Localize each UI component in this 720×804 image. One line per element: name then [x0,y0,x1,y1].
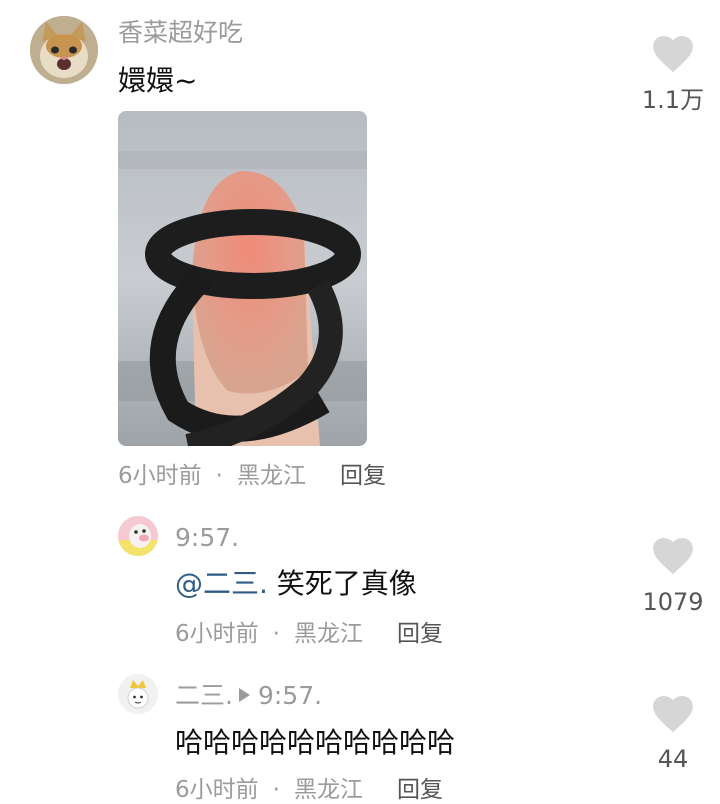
heart-icon [653,696,693,733]
comment-meta: 6小时前 · 黑龙江 回复 [118,462,386,490]
reply-location: 黑龙江 [293,777,363,803]
comment-location: 黑龙江 [236,463,306,489]
heart-icon [653,36,693,73]
reply-meta: 6小时前 · 黑龙江 回复 [175,776,443,804]
reply-to-username[interactable]: 9:57. [258,681,322,710]
mention-link[interactable]: @二三. [175,567,268,600]
reply-like-count: 44 [657,745,689,773]
reply-text-body: 笑死了真像 [267,567,417,600]
comment-image[interactable] [118,111,367,446]
reply-text: 哈哈哈哈哈哈哈哈哈哈 [175,726,456,759]
reply-text: @二三. 笑死了真像 [175,567,417,601]
reply-meta: 6小时前 · 黑龙江 回复 [175,620,443,648]
reply-like-count: 1079 [642,588,704,616]
pig-avatar-image [118,516,158,556]
meta-separator: · [272,621,280,647]
reply-avatar[interactable] [118,516,158,556]
comment-time: 6小时前 [118,463,202,489]
reply-button[interactable]: 回复 [340,463,386,489]
reply-time: 6小时前 [175,621,259,647]
heart-icon [653,538,693,575]
finger-hair-tie-image [118,111,367,446]
reply-username-line: 二三. 9:57. [175,681,322,711]
reply-button[interactable]: 回复 [397,777,443,803]
crown-avatar-image [118,674,158,714]
triangle-right-icon [238,688,250,702]
avatar[interactable] [30,16,98,84]
comment-text: 嬛嬛~ [118,64,198,97]
reply-location: 黑龙江 [293,621,363,647]
comment-username[interactable]: 香菜超好吃 [118,18,243,48]
reply-button[interactable]: 回复 [397,621,443,647]
reply-username[interactable]: 二三. [175,681,233,710]
meta-separator: · [272,777,280,803]
reply-time: 6小时前 [175,777,259,803]
reply-username[interactable]: 9:57. [175,523,239,553]
reply-avatar[interactable] [118,674,158,714]
reply-like-button[interactable] [652,696,694,736]
like-count: 1.1万 [641,86,705,114]
reply-like-button[interactable] [652,538,694,578]
cat-avatar-image [30,16,98,84]
like-button[interactable] [652,36,694,76]
meta-separator: · [215,463,223,489]
